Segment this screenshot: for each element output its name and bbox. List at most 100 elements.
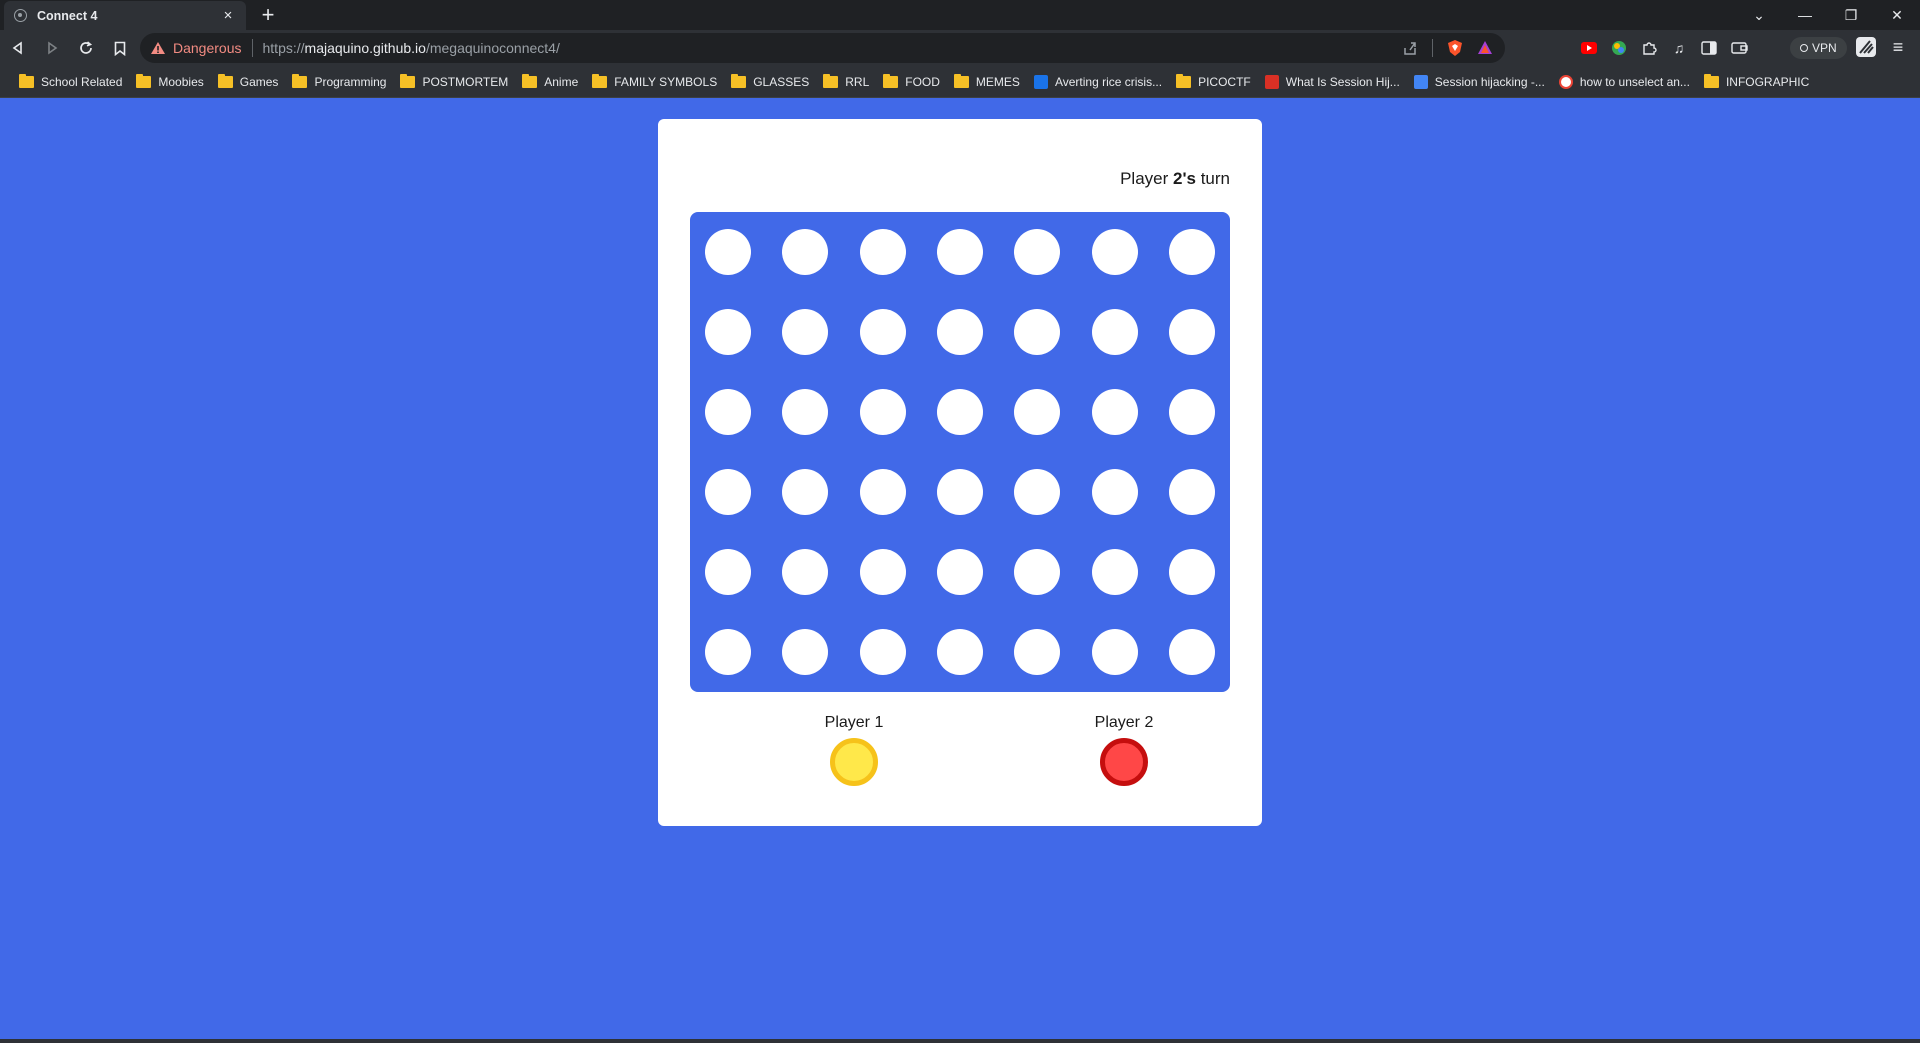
bookmark-item[interactable]: Moobies <box>129 70 210 94</box>
bookmark-item[interactable]: FAMILY SYMBOLS <box>585 70 724 94</box>
restore-button[interactable]: ❐ <box>1828 0 1874 30</box>
board-cell[interactable] <box>1014 629 1061 675</box>
board-cell[interactable] <box>1168 229 1215 275</box>
bookmark-item[interactable]: Programming <box>285 70 393 94</box>
board-cell[interactable] <box>1091 629 1138 675</box>
forward-button[interactable] <box>36 32 68 64</box>
url-path: /megaquinoconnect4/ <box>425 40 560 56</box>
board-cell[interactable] <box>936 629 983 675</box>
google-icon <box>1558 74 1573 89</box>
vpn-button[interactable]: VPN <box>1790 37 1847 59</box>
brave-rewards-icon[interactable] <box>1477 40 1493 56</box>
board-cell[interactable] <box>1091 229 1138 275</box>
bookmark-label: RRL <box>845 74 870 89</box>
game-board <box>690 212 1230 692</box>
board-cell[interactable] <box>1091 309 1138 355</box>
reload-button[interactable] <box>70 32 102 64</box>
main-menu-icon[interactable]: ≡ <box>1888 37 1908 57</box>
board-cell[interactable] <box>859 309 906 355</box>
horizontal-scrollbar[interactable] <box>0 1039 1920 1043</box>
board-cell[interactable] <box>859 549 906 595</box>
bookmark-item[interactable]: PICOCTF <box>1169 70 1258 94</box>
back-arrow-icon <box>12 41 22 55</box>
bookmark-item[interactable]: Session hijacking -... <box>1407 70 1552 94</box>
back-button[interactable] <box>2 32 34 64</box>
folder-icon <box>136 73 152 88</box>
board-cell[interactable] <box>782 469 829 515</box>
music-note-icon[interactable]: ♫ <box>1670 39 1688 57</box>
board-cell[interactable] <box>705 229 751 275</box>
url-text[interactable]: https://majaquino.github.io/megaquinocon… <box>263 40 560 56</box>
puzzle-extensions-icon[interactable] <box>1640 39 1658 57</box>
bookmark-item[interactable]: MEMES <box>947 70 1027 94</box>
board-cell[interactable] <box>1091 549 1138 595</box>
board-cell[interactable] <box>1014 229 1061 275</box>
bookmark-item[interactable]: Anime <box>515 70 585 94</box>
board-cell[interactable] <box>936 229 983 275</box>
youtube-extension-icon[interactable] <box>1580 39 1598 57</box>
address-bar[interactable]: Dangerous https://majaquino.github.io/me… <box>140 33 1505 63</box>
board-cell[interactable] <box>859 229 906 275</box>
board-cell[interactable] <box>782 629 829 675</box>
board-cell[interactable] <box>782 549 829 595</box>
board-cell[interactable] <box>705 629 751 675</box>
board-cell[interactable] <box>936 469 983 515</box>
bookmark-label: MEMES <box>975 74 1020 89</box>
board-cell[interactable] <box>936 309 983 355</box>
player-2-indicator: Player 2 <box>1064 714 1184 786</box>
bookmark-label: Averting rice crisis... <box>1054 74 1163 89</box>
bookmark-item[interactable]: School Related <box>12 70 129 94</box>
bookmark-item[interactable]: What Is Session Hij... <box>1258 70 1407 94</box>
sidebar-toggle-icon[interactable] <box>1700 39 1718 57</box>
bookmark-item[interactable]: Averting rice crisis... <box>1027 70 1169 94</box>
security-status[interactable]: Dangerous <box>173 40 242 56</box>
bookmark-page-button[interactable] <box>104 32 136 64</box>
bookmarks-bar: School Related Moobies Games Programming POS… <box>0 66 1920 98</box>
board-cell[interactable] <box>1168 309 1215 355</box>
board-cell[interactable] <box>1014 309 1061 355</box>
leo-ai-icon[interactable] <box>1856 37 1876 57</box>
bookmark-item[interactable]: POSTMORTEM <box>393 70 515 94</box>
tab-search-icon[interactable]: ⌄ <box>1736 0 1782 30</box>
board-cell[interactable] <box>705 389 751 435</box>
board-cell[interactable] <box>782 389 829 435</box>
bookmark-item[interactable]: GLASSES <box>724 70 816 94</box>
folder-icon <box>292 73 308 88</box>
bookmark-item[interactable]: INFOGRAPHIC <box>1697 70 1816 94</box>
bookmark-item[interactable]: how to unselect an... <box>1552 70 1697 94</box>
board-cell[interactable] <box>1168 469 1215 515</box>
bookmark-item[interactable]: RRL <box>816 70 876 94</box>
board-cell[interactable] <box>705 549 751 595</box>
board-cell[interactable] <box>782 229 829 275</box>
new-tab-button[interactable]: + <box>256 3 280 27</box>
board-cell[interactable] <box>1014 549 1061 595</box>
board-cell[interactable] <box>859 629 906 675</box>
wallet-icon[interactable] <box>1730 39 1748 57</box>
board-cell[interactable] <box>1014 469 1061 515</box>
bookmark-item[interactable]: FOOD <box>876 70 947 94</box>
board-cell[interactable] <box>859 469 906 515</box>
board-cell[interactable] <box>1091 389 1138 435</box>
window-controls: ⌄ — ❐ ✕ <box>1736 0 1920 30</box>
board-cell[interactable] <box>1168 549 1215 595</box>
tab-close-button[interactable]: × <box>220 7 236 24</box>
board-cell[interactable] <box>782 309 829 355</box>
colorful-extension-icon[interactable] <box>1610 39 1628 57</box>
tab-connect4[interactable]: Connect 4 × <box>4 1 246 30</box>
board-cell[interactable] <box>1168 629 1215 675</box>
board-cell[interactable] <box>705 309 751 355</box>
board-cell[interactable] <box>1014 389 1061 435</box>
minimize-button[interactable]: — <box>1782 0 1828 30</box>
share-icon[interactable] <box>1402 40 1418 56</box>
close-window-button[interactable]: ✕ <box>1874 0 1920 30</box>
folder-icon <box>823 73 839 88</box>
board-cell[interactable] <box>1091 469 1138 515</box>
omnibox-divider-right <box>1432 39 1433 57</box>
board-cell[interactable] <box>859 389 906 435</box>
board-cell[interactable] <box>936 389 983 435</box>
board-cell[interactable] <box>1168 389 1215 435</box>
bookmark-item[interactable]: Games <box>211 70 286 94</box>
brave-shields-icon[interactable] <box>1447 39 1463 57</box>
board-cell[interactable] <box>705 469 751 515</box>
board-cell[interactable] <box>936 549 983 595</box>
